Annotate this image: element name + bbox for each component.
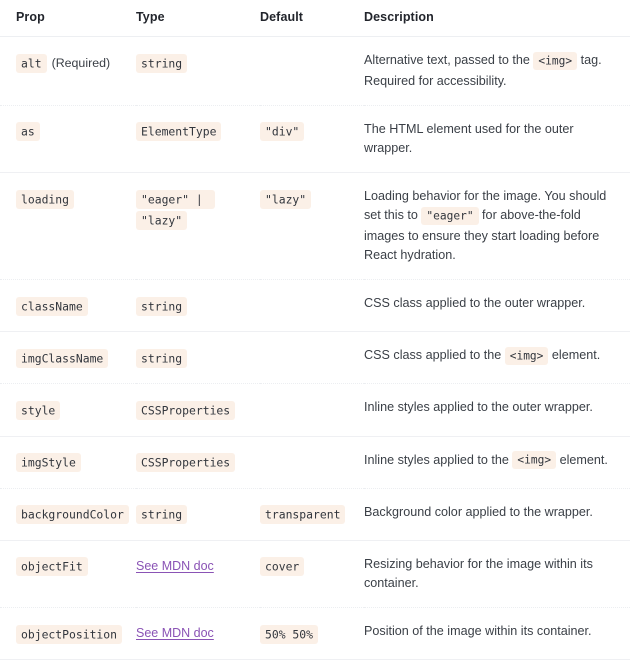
table-body: alt (Required) string Alternative text, pas… [0, 36, 630, 660]
type-cell: CSSProperties [136, 383, 260, 437]
description-cell: CSS class applied to the outer wrapper. [364, 279, 630, 333]
column-header-type: Type [136, 0, 260, 37]
description-cell: Loading behavior for the image. You shou… [364, 172, 630, 281]
prop-required-note: (Required) [51, 56, 111, 70]
inline-code: <img> [512, 451, 557, 470]
prop-cell: as [0, 105, 136, 174]
description-text: Position of the image within its contain… [364, 624, 592, 639]
default-cell: "div" [260, 105, 364, 174]
prop-name-code: className [16, 296, 88, 316]
prop-cell: objectPosition [0, 607, 136, 660]
prop-cell: loading [0, 172, 136, 281]
default-cell: "lazy" [260, 172, 364, 281]
description-cell: The HTML element used for the outer wrap… [364, 105, 630, 174]
prop-cell: alt (Required) [0, 36, 136, 106]
default-value-code: cover [260, 557, 305, 577]
table-row: backgroundColor string transparent Backgrou… [0, 488, 630, 541]
description-cell: Inline styles applied to the <img> eleme… [364, 436, 630, 489]
default-cell [260, 331, 364, 385]
type-cell: See MDN doc [136, 540, 260, 609]
prop-name-code: alt [16, 53, 47, 73]
table-row: as ElementType "div" The HTML element used … [0, 105, 630, 174]
description-text: CSS class applied to the [364, 348, 505, 363]
table-row: loading "eager" | "lazy" "lazy" Loading beh… [0, 172, 630, 281]
default-cell: 50% 50% [260, 607, 364, 660]
prop-cell: imgClassName [0, 331, 136, 385]
default-value-code: transparent [260, 505, 346, 525]
table-row: imgClassName string CSS class applied to t… [0, 331, 630, 385]
default-value-code: 50% 50% [260, 624, 319, 644]
type-cell: string [136, 331, 260, 385]
description-text: Inline styles applied to the outer wrapp… [364, 400, 593, 415]
inline-code: <img> [533, 51, 578, 70]
prop-name-code: as [16, 122, 40, 142]
description-text: Background color applied to the wrapper. [364, 504, 593, 519]
type-cell: "eager" | "lazy" [136, 172, 260, 281]
type-cell: ElementType [136, 105, 260, 174]
type-code: string [136, 348, 188, 368]
default-cell [260, 383, 364, 437]
type-code: ElementType [136, 122, 222, 142]
column-header-default: Default [260, 0, 364, 37]
prop-name-code: loading [16, 189, 75, 209]
description-text: element. [556, 452, 608, 467]
default-cell [260, 279, 364, 333]
description-cell: Background color applied to the wrapper. [364, 488, 630, 541]
column-header-description: Description [364, 0, 630, 37]
table-row: objectFit See MDN doc cover Resizing behavi… [0, 540, 630, 609]
prop-name-code: imgStyle [16, 453, 81, 473]
prop-cell: backgroundColor [0, 488, 136, 541]
table-row: style CSSProperties Inline styles applied … [0, 383, 630, 437]
description-cell: Alternative text, passed to the <img> ta… [364, 36, 630, 106]
default-cell: cover [260, 540, 364, 609]
description-cell: Inline styles applied to the outer wrapp… [364, 383, 630, 437]
type-code: string [136, 296, 188, 316]
default-value-code: "lazy" [260, 189, 312, 209]
mdn-doc-link[interactable]: See MDN doc [136, 559, 214, 573]
prop-cell: imgStyle [0, 436, 136, 489]
prop-name-code: backgroundColor [16, 505, 129, 525]
description-text: The HTML element used for the outer wrap… [364, 121, 574, 155]
type-code: string [136, 53, 188, 73]
description-text: Resizing behavior for the image within i… [364, 556, 593, 590]
description-cell: Resizing behavior for the image within i… [364, 540, 630, 609]
type-code: CSSProperties [136, 400, 236, 420]
prop-name-code: objectPosition [16, 624, 123, 644]
description-text: CSS class applied to the outer wrapper. [364, 296, 586, 311]
mdn-doc-link[interactable]: See MDN doc [136, 626, 214, 640]
prop-name-code: objectFit [16, 557, 88, 577]
type-code: CSSProperties [136, 453, 236, 473]
table-row: imgStyle CSSProperties Inline styles appli… [0, 436, 630, 489]
type-cell: string [136, 279, 260, 333]
description-cell: CSS class applied to the <img> element. [364, 331, 630, 385]
default-cell: transparent [260, 488, 364, 541]
prop-cell: className [0, 279, 136, 333]
prop-cell: style [0, 383, 136, 437]
type-code: string [136, 505, 188, 525]
inline-code: "eager" [421, 206, 479, 225]
description-text: Alternative text, passed to the [364, 53, 534, 67]
prop-name-code: imgClassName [16, 348, 109, 368]
description-cell: Position of the image within its contain… [364, 607, 630, 660]
type-cell: CSSProperties [136, 436, 260, 489]
prop-cell: objectFit [0, 540, 136, 609]
description-text: Inline styles applied to the [364, 452, 513, 467]
type-cell: string [136, 36, 260, 106]
type-cell: See MDN doc [136, 607, 260, 660]
table-row: objectPosition See MDN doc 50% 50% Position… [0, 607, 630, 660]
table-row: className string CSS class applied to the … [0, 279, 630, 333]
type-cell: string [136, 488, 260, 541]
inline-code: <img> [504, 346, 549, 365]
table-header: Prop Type Default Description [0, 0, 630, 37]
default-value-code: "div" [260, 122, 305, 142]
prop-name-code: style [16, 400, 61, 420]
column-header-prop: Prop [0, 0, 136, 37]
default-cell [260, 36, 364, 106]
props-table: Prop Type Default Description alt (Requir… [0, 0, 630, 660]
table-header-row: Prop Type Default Description [0, 0, 630, 37]
description-text: element. [548, 348, 601, 363]
table-row: alt (Required) string Alternative text, pas… [0, 36, 630, 106]
type-code: "eager" | "lazy" [136, 189, 215, 230]
default-cell [260, 436, 364, 489]
